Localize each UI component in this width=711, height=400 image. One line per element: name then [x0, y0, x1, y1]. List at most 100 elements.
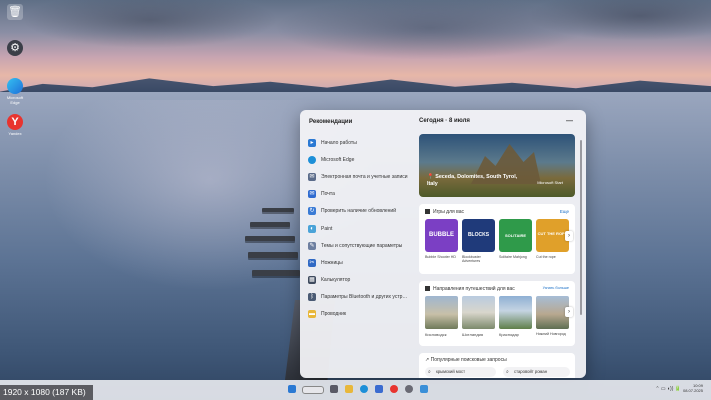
recommendation-item[interactable]: ✉ Электронная почта и учетные записи	[308, 168, 413, 185]
widgets-feed: Сегодня · 8 июля — 📍 Seceda, Dolomites, …	[419, 118, 577, 378]
searches-title: Популярные поисковые запросы	[430, 357, 507, 363]
mail-app-icon: ✉	[308, 190, 316, 199]
recommendation-item[interactable]: ◐ Paint	[308, 220, 413, 237]
pier-plank	[252, 270, 300, 276]
recycle-bin-icon: 🗑	[7, 4, 23, 20]
yandex-browser-icon: Y	[7, 114, 23, 130]
folder-icon: ▬	[308, 310, 316, 319]
travel-next-arrow[interactable]: ›	[565, 307, 573, 317]
edge-icon	[7, 78, 23, 94]
search-taskbar-icon[interactable]	[302, 386, 324, 394]
game-label: Cut the rope	[536, 255, 556, 259]
games-icon	[425, 209, 430, 215]
recommendation-item[interactable]: ✂ Ножницы	[308, 254, 413, 271]
taskbar: ⌃ ▭ ◖)) 🔋 10:09 08.07.2025	[0, 380, 711, 400]
search-icon: ⌕	[506, 369, 509, 375]
minimize-button[interactable]: —	[566, 118, 573, 125]
recommendation-label: Электронная почта и учетные записи	[321, 173, 408, 180]
games-next-arrow[interactable]: ›	[565, 231, 573, 241]
widgets-panel: Рекомендации ▸ Начало работы Microsoft Ed…	[300, 110, 586, 378]
travel-label: Шотландия	[462, 332, 484, 337]
desktop-icon-recycle-bin[interactable]: 🗑	[3, 4, 27, 21]
travel-label: Нижний Новгород	[536, 332, 566, 336]
pier-plank	[248, 252, 298, 258]
popular-searches-card: ↗ Популярные поисковые запросы ⌕ крымский…	[419, 353, 575, 378]
game-label: Solitaire Mahjong	[499, 255, 527, 259]
file-explorer-icon[interactable]	[345, 385, 353, 393]
desktop-icon-yandex[interactable]: Y Yandex	[3, 114, 27, 136]
hero-location: Seceda, Dolomites, South Tyrol, Italy	[427, 174, 518, 187]
travel-card-header: Направления путешествий для вас	[425, 286, 515, 292]
system-tray-icons[interactable]: ⌃ ▭ ◖)) 🔋	[655, 386, 681, 392]
travel-photo[interactable]	[499, 296, 532, 329]
recommendation-item[interactable]: ✉ Почта	[308, 186, 413, 203]
paint-icon: ◐	[308, 224, 316, 233]
game-tile-title: SOLITAIRE	[504, 233, 527, 238]
travel-photo[interactable]	[425, 296, 458, 329]
games-more-link[interactable]: Еще	[560, 209, 569, 214]
edge-icon	[308, 155, 316, 164]
settings-app-icon: ⚙	[7, 40, 23, 56]
travel-label: Кисловодск	[425, 332, 447, 337]
recommendation-label: Темы и сопутствующие параметры	[321, 242, 403, 249]
yandex-taskbar-icon[interactable]	[390, 385, 398, 393]
search-query: старовойт роман	[514, 369, 548, 374]
game-label: Bubble Shooter HD	[425, 255, 456, 259]
settings-taskbar-icon[interactable]	[405, 385, 413, 393]
hero-caption: 📍 Seceda, Dolomites, South Tyrol, Italy	[427, 174, 518, 187]
search-suggestion[interactable]: ⌕ крымский мост	[425, 367, 496, 377]
edge-taskbar-icon[interactable]	[360, 385, 368, 393]
pier-plank	[250, 222, 290, 227]
image-size-caption: 1920 x 1080 (187 KB)	[0, 385, 93, 400]
recommendation-label: Проверить наличие обновлений	[321, 208, 396, 215]
game-tile-title: CUT THE ROPE	[537, 231, 568, 236]
desktop-icon-edge[interactable]: Microsoft Edge	[3, 78, 27, 105]
games-card: Игры для вас Еще BUBBLE Bubble Shooter H…	[419, 204, 575, 274]
bluetooth-icon: ᛒ	[308, 293, 316, 302]
game-tile[interactable]: SOLITAIRE	[499, 219, 532, 252]
store-icon[interactable]	[375, 385, 383, 393]
recommendation-item[interactable]: ᛒ Параметры Bluetooth и других устр…	[308, 289, 413, 306]
recommendation-item[interactable]: Microsoft Edge	[308, 151, 413, 168]
desktop-icon-label: Microsoft Edge	[6, 95, 24, 105]
games-title: Игры для вас	[433, 209, 464, 215]
search-query: крымский мост	[436, 369, 466, 374]
snip-icon: ✂	[308, 258, 316, 267]
hero-image-card[interactable]: 📍 Seceda, Dolomites, South Tyrol, Italy …	[419, 134, 575, 197]
desktop-icon-settings[interactable]: ⚙	[3, 40, 27, 57]
recommendation-label: Ножницы	[321, 259, 343, 266]
game-tile-title: BUBBLE	[429, 232, 454, 238]
travel-more-link[interactable]: Узнать больше	[543, 286, 569, 290]
date-header: Сегодня · 8 июля —	[419, 118, 577, 128]
calculator-icon: ▦	[308, 276, 316, 285]
recommendation-label: Начало работы	[321, 139, 357, 146]
travel-icon	[425, 286, 430, 292]
start-icon: ▸	[308, 138, 316, 147]
today-date: Сегодня · 8 июля	[419, 118, 470, 124]
desktop-icon-label: Yandex	[8, 131, 22, 136]
search-icon: ⌕	[428, 369, 431, 375]
clock-date: 08.07.2025	[682, 388, 703, 393]
recommendation-item[interactable]: ▦ Калькулятор	[308, 272, 413, 289]
pier-plank	[262, 208, 294, 212]
recommendation-item[interactable]: ✎ Темы и сопутствующие параметры	[308, 237, 413, 254]
mail-icon: ✉	[308, 172, 316, 181]
search-suggestion[interactable]: ⌕ старовойт роман	[503, 367, 570, 377]
travel-title: Направления путешествий для вас	[433, 286, 515, 292]
recommendation-label: Параметры Bluetooth и других устр…	[321, 294, 408, 301]
recommendation-label: Проводник	[321, 311, 347, 318]
game-tile[interactable]: BLOCKS	[462, 219, 495, 252]
travel-label: Краснодар	[499, 332, 519, 337]
travel-photo[interactable]	[462, 296, 495, 329]
clouds	[0, 0, 711, 80]
widgets-scrollbar[interactable]	[580, 140, 582, 315]
game-tile[interactable]: BUBBLE	[425, 219, 458, 252]
recommendation-item[interactable]: ▸ Начало работы	[308, 134, 413, 151]
start-button-icon[interactable]	[288, 385, 296, 393]
task-view-icon[interactable]	[330, 385, 338, 393]
recommendation-label: Калькулятор	[321, 277, 351, 284]
recommendation-item[interactable]: ▬ Проводник	[308, 306, 413, 323]
widgets-taskbar-icon[interactable]	[420, 385, 428, 393]
clock[interactable]: 10:09 08.07.2025	[683, 383, 703, 393]
recommendation-item[interactable]: ↻ Проверить наличие обновлений	[308, 203, 413, 220]
